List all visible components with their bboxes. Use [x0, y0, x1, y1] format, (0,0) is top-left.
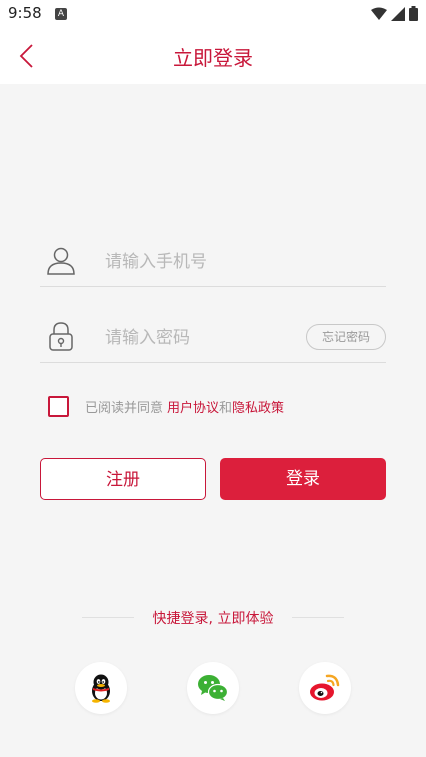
battery-icon [409, 6, 418, 21]
a-icon: A [55, 8, 67, 20]
page-title: 立即登录 [173, 46, 253, 70]
wifi-icon [371, 7, 387, 20]
user-agreement-link[interactable]: 用户协议 [167, 397, 219, 416]
divider-right [292, 617, 344, 618]
wechat-login-button[interactable] [187, 662, 239, 714]
qq-icon [92, 674, 110, 703]
password-field: 忘记密码 [40, 312, 386, 363]
status-time: 9:58 [8, 4, 42, 22]
weibo-login-button[interactable] [299, 662, 351, 714]
forgot-password-button[interactable]: 忘记密码 [306, 324, 386, 350]
login-button[interactable]: 登录 [220, 458, 386, 500]
register-button[interactable]: 注册 [40, 458, 206, 500]
privacy-policy-link[interactable]: 隐私政策 [232, 397, 284, 416]
status-bar: 9:58 A [0, 0, 426, 28]
weibo-icon [310, 674, 340, 701]
header: 立即登录 [0, 28, 426, 84]
phone-input[interactable] [103, 244, 297, 280]
agreement-prefix: 已阅读并同意 [85, 400, 164, 416]
quick-login-label: 快捷登录, 立即体验 [152, 611, 274, 627]
quick-login-divider: 快捷登录, 立即体验 [82, 607, 344, 629]
password-input[interactable] [103, 320, 297, 356]
phone-field [40, 236, 386, 287]
qq-login-button[interactable] [75, 662, 127, 714]
agreement-row: 已阅读并同意 用户协议 和 隐私政策 [48, 395, 284, 417]
wechat-icon [198, 675, 229, 701]
status-icons [371, 6, 418, 21]
user-icon [47, 247, 75, 275]
agreement-and: 和 [219, 400, 233, 416]
agree-checkbox[interactable] [48, 395, 69, 417]
lock-icon [49, 322, 73, 351]
signal-icon [391, 6, 405, 21]
